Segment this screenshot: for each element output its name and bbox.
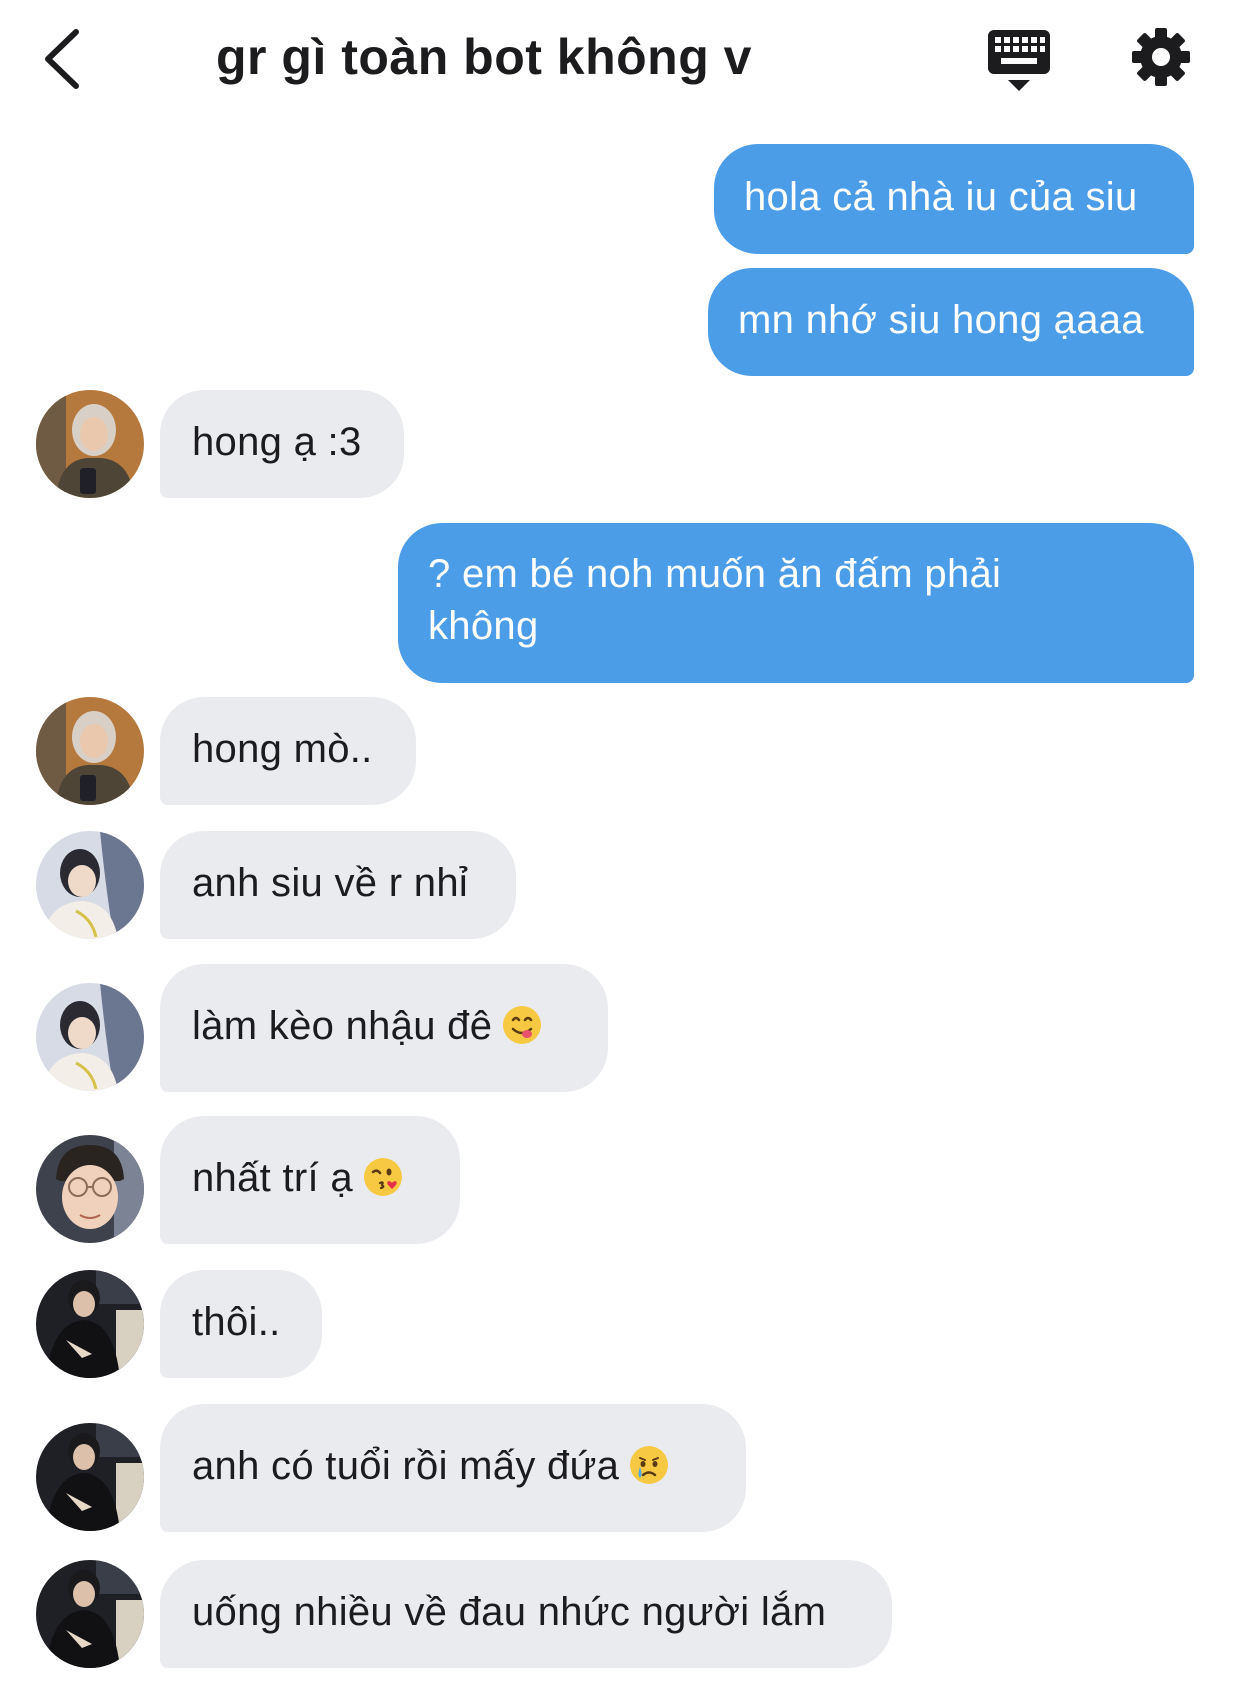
message-bubble-incoming[interactable]: làm kèo nhậu đê [160,964,608,1092]
message-text-line-1: ? em bé noh muốn ăn đấm phải [428,552,1002,596]
avatar-flowers [36,983,144,1091]
avatar-dark [36,1560,144,1668]
message-text: hola cả nhà iu của siu [744,175,1138,219]
message-bubble-incoming[interactable]: anh có tuổi rồi mấy đứa [160,1404,746,1532]
avatar[interactable] [36,983,144,1091]
avatar-glasses [36,1135,144,1243]
avatar[interactable] [36,1423,144,1531]
message-bubble-incoming[interactable]: nhất trí ạ [160,1116,460,1244]
yum-face-emoji [502,1005,542,1058]
message-bubble-incoming[interactable]: thôi.. [160,1270,322,1378]
avatar[interactable] [36,1270,144,1378]
kissing-wink-face-emoji [363,1157,403,1210]
message-text: uống nhiều về đau nhức người lắm [192,1590,827,1634]
message-bubble-incoming[interactable]: hong mò.. [160,697,416,805]
message-text: làm kèo nhậu đê [192,1004,493,1048]
message-bubble-outgoing[interactable]: ? em bé noh muốn ăn đấm phải không [398,523,1194,683]
message-text: mn nhớ siu hong ạaaa [738,298,1144,342]
avatar-flowers [36,831,144,939]
crying-face-emoji [629,1445,669,1498]
message-bubble-incoming[interactable]: uống nhiều về đau nhức người lắm [160,1560,892,1668]
message-bubble-outgoing[interactable]: mn nhớ siu hong ạaaa [708,268,1194,376]
message-text: hong ạ :3 [192,420,362,464]
message-text-line-2: không [428,604,539,648]
avatar[interactable] [36,1560,144,1668]
avatar[interactable] [36,1135,144,1243]
avatar-hooded [36,390,144,498]
avatar[interactable] [36,390,144,498]
message-bubble-incoming[interactable]: hong ạ :3 [160,390,404,498]
avatar[interactable] [36,831,144,939]
avatar-dark [36,1270,144,1378]
message-text: nhất trí ạ [192,1156,353,1200]
avatar-dark [36,1423,144,1531]
message-list: hola cả nhà iu của siu mn nhớ siu hong ạ… [0,0,1242,1690]
avatar[interactable] [36,697,144,805]
avatar-hooded [36,697,144,805]
message-text: anh có tuổi rồi mấy đứa [192,1444,620,1488]
message-bubble-incoming[interactable]: anh siu về r nhỉ [160,831,516,939]
message-bubble-outgoing[interactable]: hola cả nhà iu của siu [714,144,1194,254]
message-text: hong mò.. [192,727,373,771]
message-text: anh siu về r nhỉ [192,861,469,905]
message-text: thôi.. [192,1300,281,1344]
